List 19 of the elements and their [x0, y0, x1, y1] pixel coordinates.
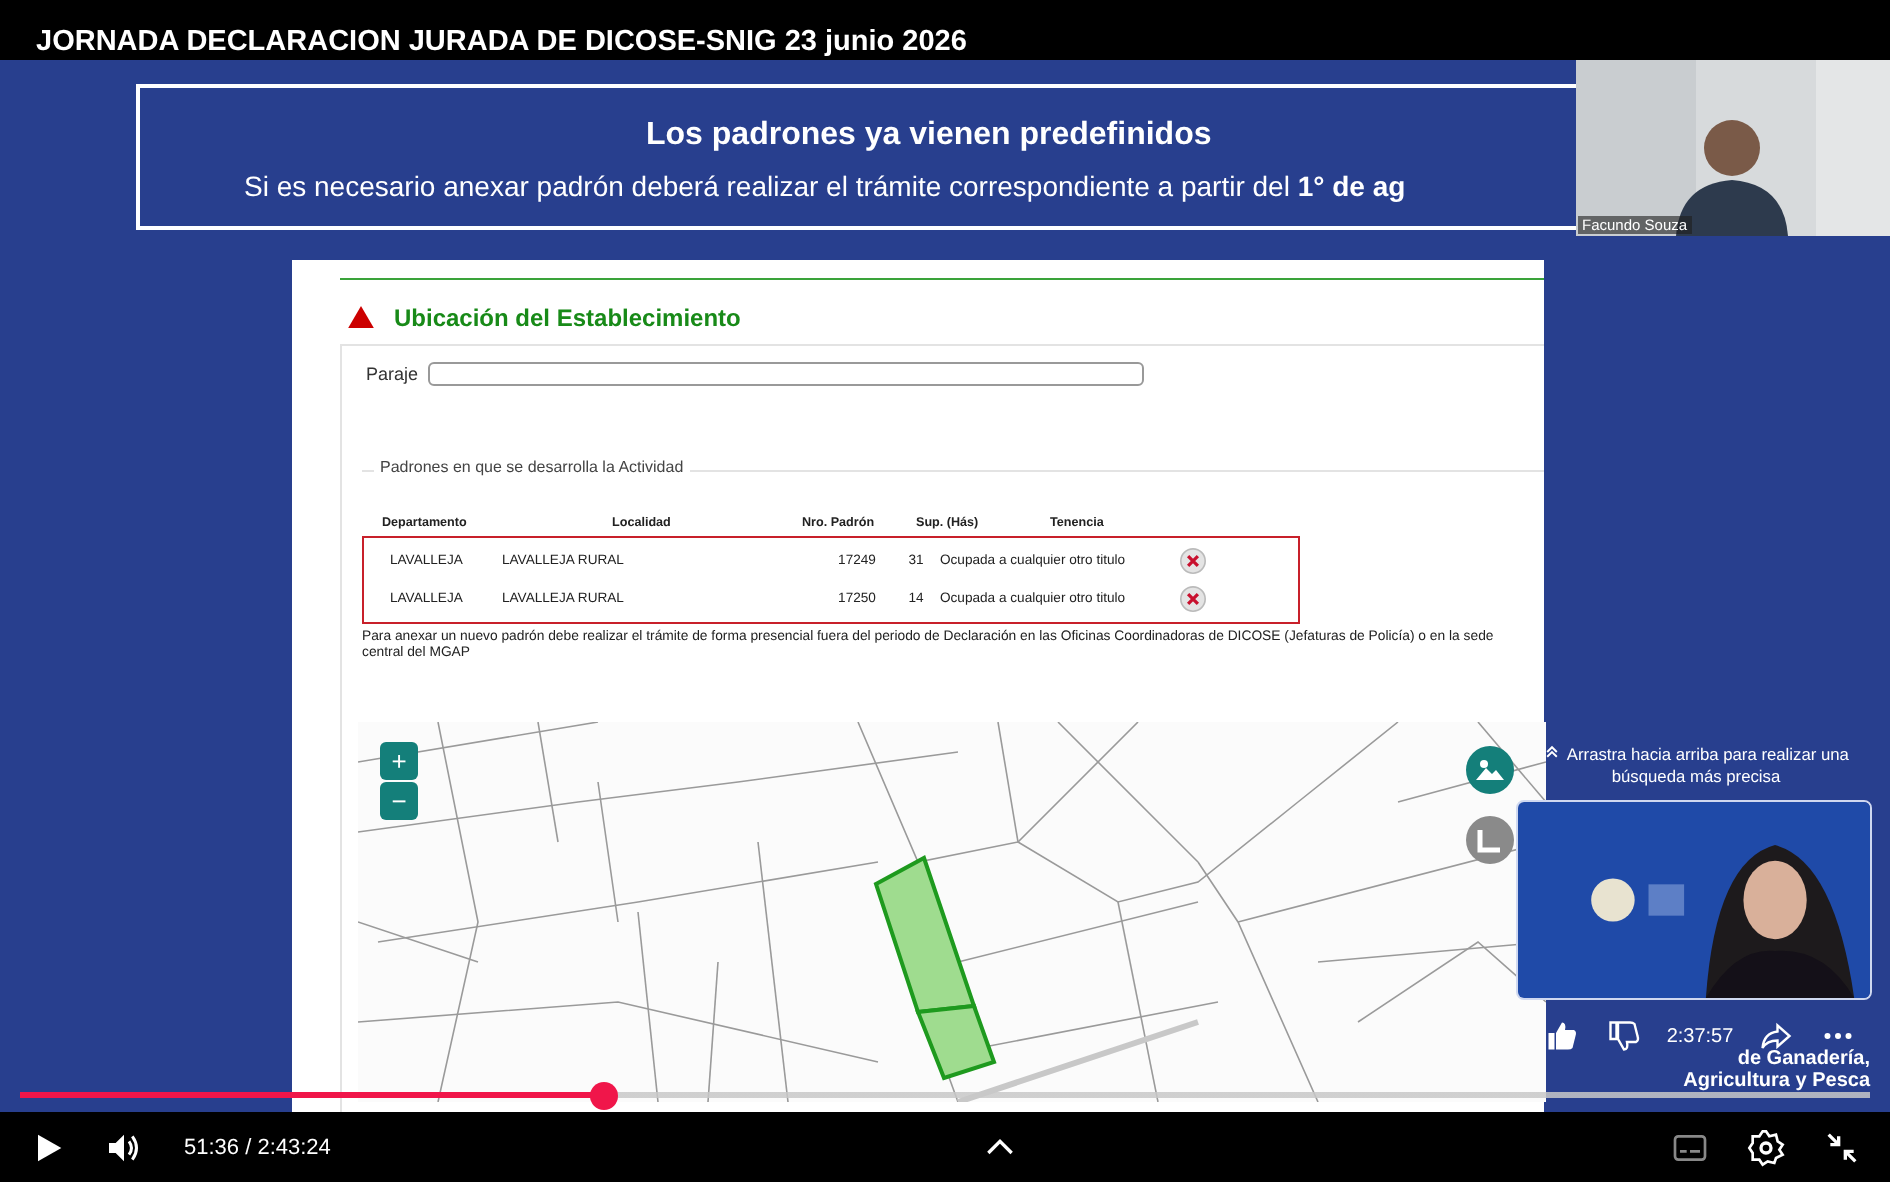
ministry-logo-text: Agricultura y Pesca [1683, 1070, 1870, 1092]
playback-time: 51:36 / 2:43:24 [184, 1135, 331, 1159]
remove-icon[interactable] [1180, 586, 1206, 612]
settings-icon[interactable] [1746, 1127, 1786, 1167]
timestamp: 2:37:57 [1666, 1025, 1734, 1047]
slide-subheading: Si es necesario anexar padrón deberá realizar el trámite correspondiente a partir del 1° de ag [244, 170, 1408, 202]
warning-triangle-icon [348, 306, 374, 328]
video-title: JORNADA DECLARACION JURADA DE DICOSE-SNIG 23 junio 2026 [36, 26, 967, 60]
field-label: Paraje [366, 364, 419, 384]
double-chevron-up-icon [1543, 744, 1560, 760]
section-title: Ubicación del Establecimiento [394, 303, 741, 331]
fieldset-legend: Padrones en que se desarrolla la Actividad [374, 458, 690, 476]
ministry-logo-text: de Ganadería, [1737, 1048, 1870, 1070]
hint-text: Arrastra hacia arriba para realizar una búsqueda más precisa [1566, 744, 1849, 786]
remove-icon[interactable] [1180, 548, 1206, 574]
like-icon[interactable] [1544, 1018, 1580, 1054]
dislike-icon[interactable] [1605, 1018, 1642, 1054]
slide-heading: Los padrones ya vienen predefinidos [646, 118, 1214, 154]
paraje-field[interactable] [428, 362, 1145, 386]
